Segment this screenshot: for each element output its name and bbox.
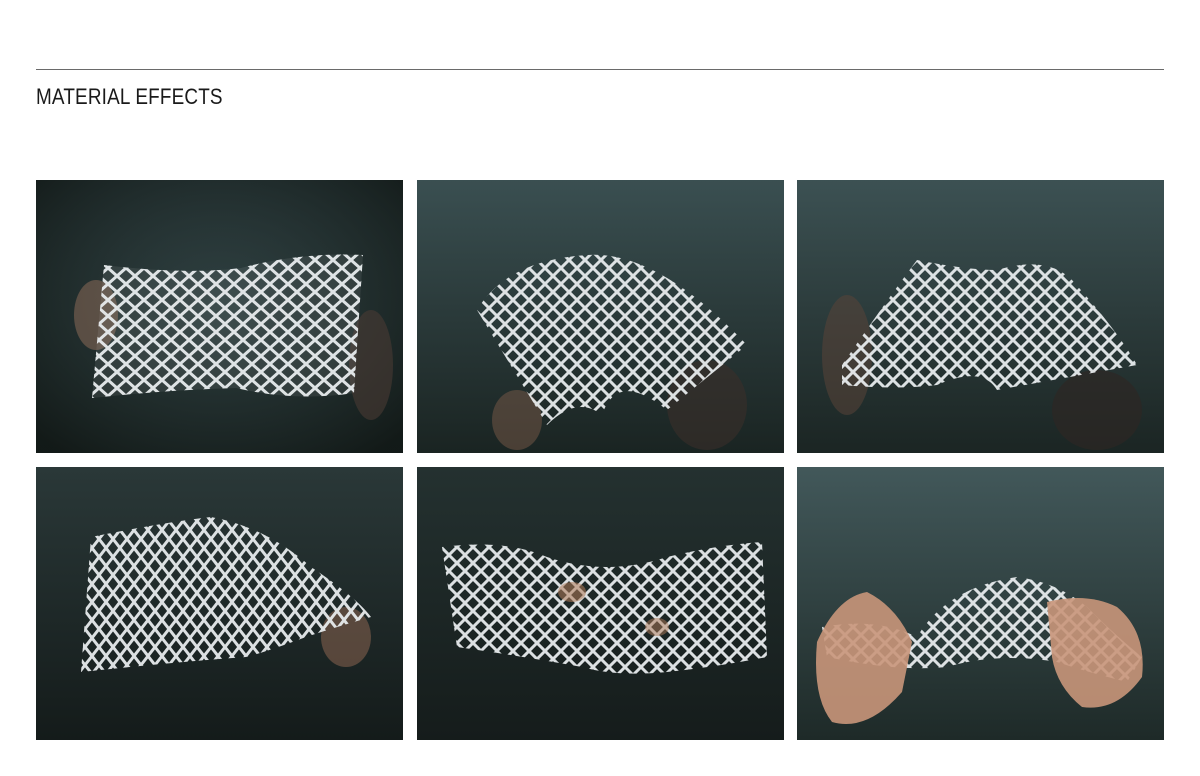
- page-title: MATERIAL EFFECTS: [36, 84, 223, 109]
- mesh-photo-curled-corner: [36, 467, 403, 740]
- photo-5: [417, 467, 784, 740]
- mesh-photo-twisted-arch: [797, 180, 1164, 453]
- photo-1: [36, 180, 403, 453]
- photo-4: [36, 467, 403, 740]
- mesh-photo-arched-fold: [417, 180, 784, 453]
- photo-3: [797, 180, 1164, 453]
- photo-grid: [36, 180, 1164, 741]
- header-divider: [36, 69, 1164, 70]
- mesh-photo-flat-wave: [36, 180, 403, 453]
- photo-2: [417, 180, 784, 453]
- photo-6: [797, 467, 1164, 740]
- mesh-photo-wavy-sheet: [417, 467, 784, 740]
- mesh-photo-hands-stretch: [797, 467, 1164, 740]
